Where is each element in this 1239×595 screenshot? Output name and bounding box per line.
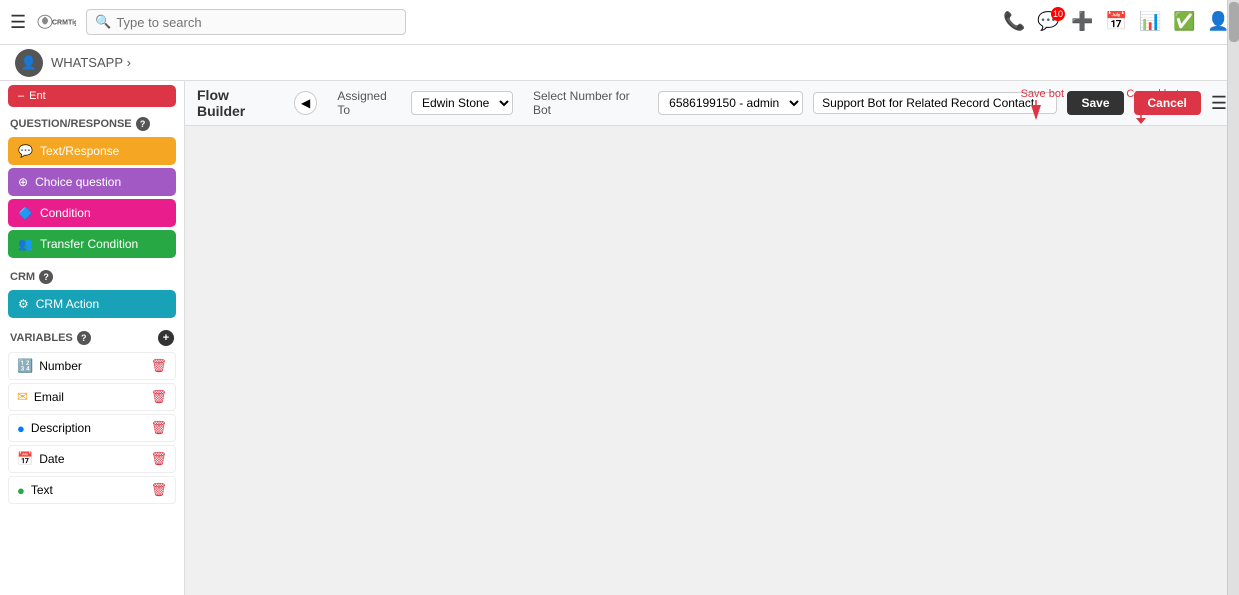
check-icon[interactable]: ✅: [1173, 11, 1195, 33]
sidebar-item-condition[interactable]: 🔷 Condition: [8, 199, 176, 227]
sidebar-item-choice-question[interactable]: ⊕ Choice question: [8, 168, 176, 196]
scrollbar[interactable]: [1227, 0, 1239, 595]
sidebar: – Ent QUESTION/RESPONSE ? 💬 Text/Respons…: [0, 81, 185, 595]
content-area: Flow Builder ◀ Assigned To Edwin Stone S…: [185, 81, 1239, 595]
nav-icons: 📞 💬 10 ➕ 📅 📊 ✅ 👤: [1003, 11, 1229, 33]
condition-icon: 🔷: [18, 206, 33, 220]
choice-question-icon: ⊕: [18, 175, 28, 189]
sub-navbar: 👤 WHATSAPP ›: [0, 45, 1239, 81]
select-number-select[interactable]: 6586199150 - admin: [658, 91, 803, 115]
logo-svg: CRMTiger: [36, 7, 76, 37]
sidebar-item-crm-action[interactable]: ⚙ CRM Action: [8, 290, 176, 318]
breadcrumb: WHATSAPP ›: [51, 55, 131, 70]
hamburger-icon[interactable]: ☰: [10, 12, 26, 33]
flow-builder-title: Flow Builder: [197, 87, 279, 119]
crm-action-icon: ⚙: [18, 297, 29, 311]
variables-help-icon: ?: [77, 331, 91, 345]
var-number[interactable]: 🔢 Number 🗑: [8, 352, 176, 380]
crm-help-icon: ?: [39, 270, 53, 284]
variables-title: VARIABLES ? +: [0, 324, 184, 349]
user-icon[interactable]: 👤: [1207, 11, 1229, 33]
email-icon: ✉: [17, 389, 28, 405]
sidebar-top-item[interactable]: – Ent: [8, 85, 176, 107]
text-response-icon: 💬: [18, 144, 33, 158]
assigned-to-label: Assigned To: [337, 89, 401, 117]
top-navbar: ☰ CRMTiger 🔍 📞 💬 10 ➕ 📅 📊 ✅ 👤: [0, 0, 1239, 45]
question-response-title: QUESTION/RESPONSE ?: [0, 111, 184, 134]
save-button[interactable]: Save: [1067, 91, 1123, 115]
notification-badge: 10: [1051, 7, 1065, 21]
var-text[interactable]: ● Text 🗑: [8, 476, 176, 504]
bot-name-input[interactable]: [813, 92, 1057, 114]
description-icon: ●: [17, 421, 25, 436]
var-description[interactable]: ● Description 🗑: [8, 414, 176, 442]
search-icon: 🔍: [95, 14, 111, 30]
svg-text:CRMTiger: CRMTiger: [52, 19, 76, 26]
canvas-wrapper: Save bot Cancel bot: [185, 126, 1239, 595]
text-icon: ●: [17, 483, 25, 498]
add-icon[interactable]: ➕: [1071, 11, 1093, 33]
collapse-sidebar-button[interactable]: ◀: [294, 91, 317, 115]
user-avatar: 👤: [15, 49, 43, 77]
add-variable-icon[interactable]: +: [158, 330, 174, 346]
calendar-icon[interactable]: 📅: [1105, 11, 1127, 33]
delete-number-icon[interactable]: 🗑: [150, 358, 167, 374]
whatsapp-icon[interactable]: 💬 10: [1037, 11, 1059, 33]
main-layout: – Ent QUESTION/RESPONSE ? 💬 Text/Respons…: [0, 81, 1239, 595]
delete-date-icon[interactable]: 🗑: [150, 451, 167, 467]
phone-icon[interactable]: 📞: [1003, 11, 1025, 33]
logo: CRMTiger: [36, 7, 76, 37]
search-input[interactable]: [116, 15, 397, 30]
sidebar-item-text-response[interactable]: 💬 Text/Response: [8, 137, 176, 165]
scrollbar-thumb[interactable]: [1229, 2, 1239, 42]
delete-text-icon[interactable]: 🗑: [150, 482, 167, 498]
flow-header: Flow Builder ◀ Assigned To Edwin Stone S…: [185, 81, 1239, 126]
cancel-button[interactable]: Cancel: [1134, 91, 1201, 115]
number-icon: 🔢: [17, 358, 33, 374]
crm-title: CRM ?: [0, 264, 184, 287]
delete-email-icon[interactable]: 🗑: [150, 389, 167, 405]
sidebar-item-transfer-condition[interactable]: 👥 Transfer Condition: [8, 230, 176, 258]
help-icon: ?: [136, 117, 150, 131]
sidebar-top-label: Ent: [29, 90, 46, 102]
var-date[interactable]: 📅 Date 🗑: [8, 445, 176, 473]
more-menu-icon[interactable]: ☰: [1211, 93, 1227, 114]
sidebar-top-icon: –: [18, 90, 24, 102]
chart-icon[interactable]: 📊: [1139, 11, 1161, 33]
date-icon: 📅: [17, 451, 33, 467]
search-bar[interactable]: 🔍: [86, 9, 406, 35]
var-email[interactable]: ✉ Email 🗑: [8, 383, 176, 411]
delete-description-icon[interactable]: 🗑: [150, 420, 167, 436]
assigned-to-select[interactable]: Edwin Stone: [411, 91, 513, 115]
select-number-label: Select Number for Bot: [533, 89, 648, 117]
transfer-condition-icon: 👥: [18, 237, 33, 251]
